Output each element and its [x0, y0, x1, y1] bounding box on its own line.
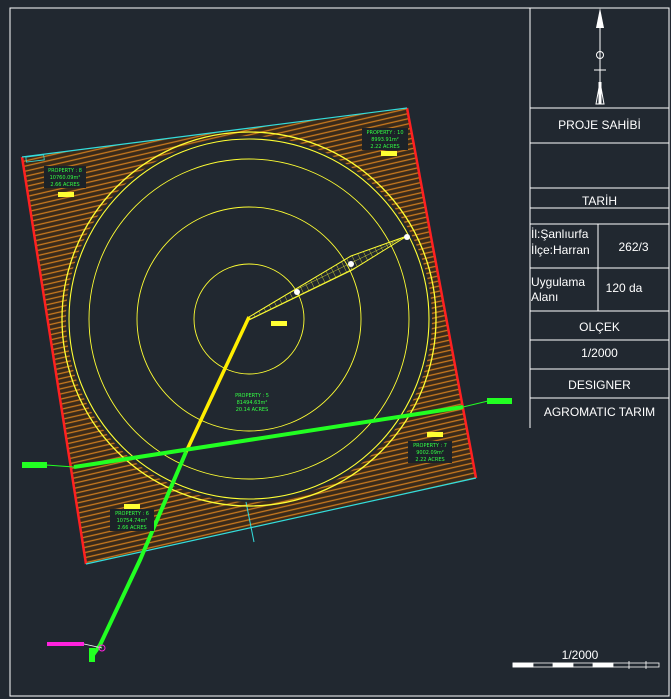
owner-label: PROJE SAHİBİ [558, 118, 641, 132]
property-area: 81494.63m² [237, 400, 268, 406]
valve-left [22, 462, 47, 468]
valve-right [487, 398, 512, 404]
designer-label: DESIGNER [568, 378, 631, 392]
property-area: 9002.09m² [416, 450, 444, 456]
scale-label: OLÇEK [579, 320, 620, 334]
marker-property-8 [58, 192, 74, 197]
property-label-5: PROPERTY : 5 81494.63m² 20.14 ACRES [235, 393, 269, 413]
province-label: İl:Şanlıurfa [531, 227, 589, 241]
property-acres: 20.14 ACRES [236, 407, 269, 413]
marker-center [271, 321, 287, 326]
property-name: PROPERTY : 7 [413, 443, 447, 449]
property-acres: 2.66 ACRES [117, 525, 146, 531]
property-name: PROPERTY : 10 [366, 130, 403, 136]
pivot-node-outer [348, 261, 354, 267]
property-label-6: PROPERTY : 6 10754.74m² 2.66 ACRES [110, 509, 154, 531]
date-label: TARİH [581, 194, 618, 208]
north-arrow-icon [594, 8, 606, 105]
property-area: 8993.91m² [371, 137, 399, 143]
area-label-line1: Uygulama [531, 275, 586, 289]
area-label-line2: Alanı [531, 290, 559, 304]
designer-value: AGROMATIC TARIM [543, 405, 656, 419]
area-value: 120 da [605, 281, 643, 295]
pipe-cross-ext-right [462, 400, 489, 408]
property-name: PROPERTY : 6 [115, 511, 149, 517]
property-acres: 2.22 ACRES [415, 457, 444, 463]
property-area: 10760.09m² [50, 175, 81, 181]
pivot-node-end [404, 234, 410, 240]
marker-property-7 [427, 432, 443, 437]
scale-bar-label: 1/2000 [561, 648, 599, 662]
property-name: PROPERTY : 5 [235, 393, 269, 399]
property-label-7: PROPERTY : 7 9002.09m² 2.22 ACRES [408, 441, 452, 463]
pivot-node-mid [294, 289, 300, 295]
property-acres: 2.22 ACRES [370, 144, 399, 150]
marker-property-10 [381, 151, 397, 156]
property-name: PROPERTY : 8 [48, 168, 82, 174]
property-acres: 2.66 ACRES [50, 182, 79, 188]
marker-property-6 [124, 504, 140, 509]
property-label-8: PROPERTY : 8 10760.09m² 2.66 ACRES [44, 166, 86, 188]
valve-bottom [89, 648, 95, 662]
property-label-10: PROPERTY : 10 8993.91m² 2.22 ACRES [362, 128, 408, 150]
district-label: İlçe:Harran [531, 243, 590, 257]
scale-value: 1/2000 [581, 346, 618, 360]
parcel-value: 262/3 [618, 240, 649, 254]
property-area: 10754.74m² [117, 518, 148, 524]
scale-bar [512, 661, 660, 669]
